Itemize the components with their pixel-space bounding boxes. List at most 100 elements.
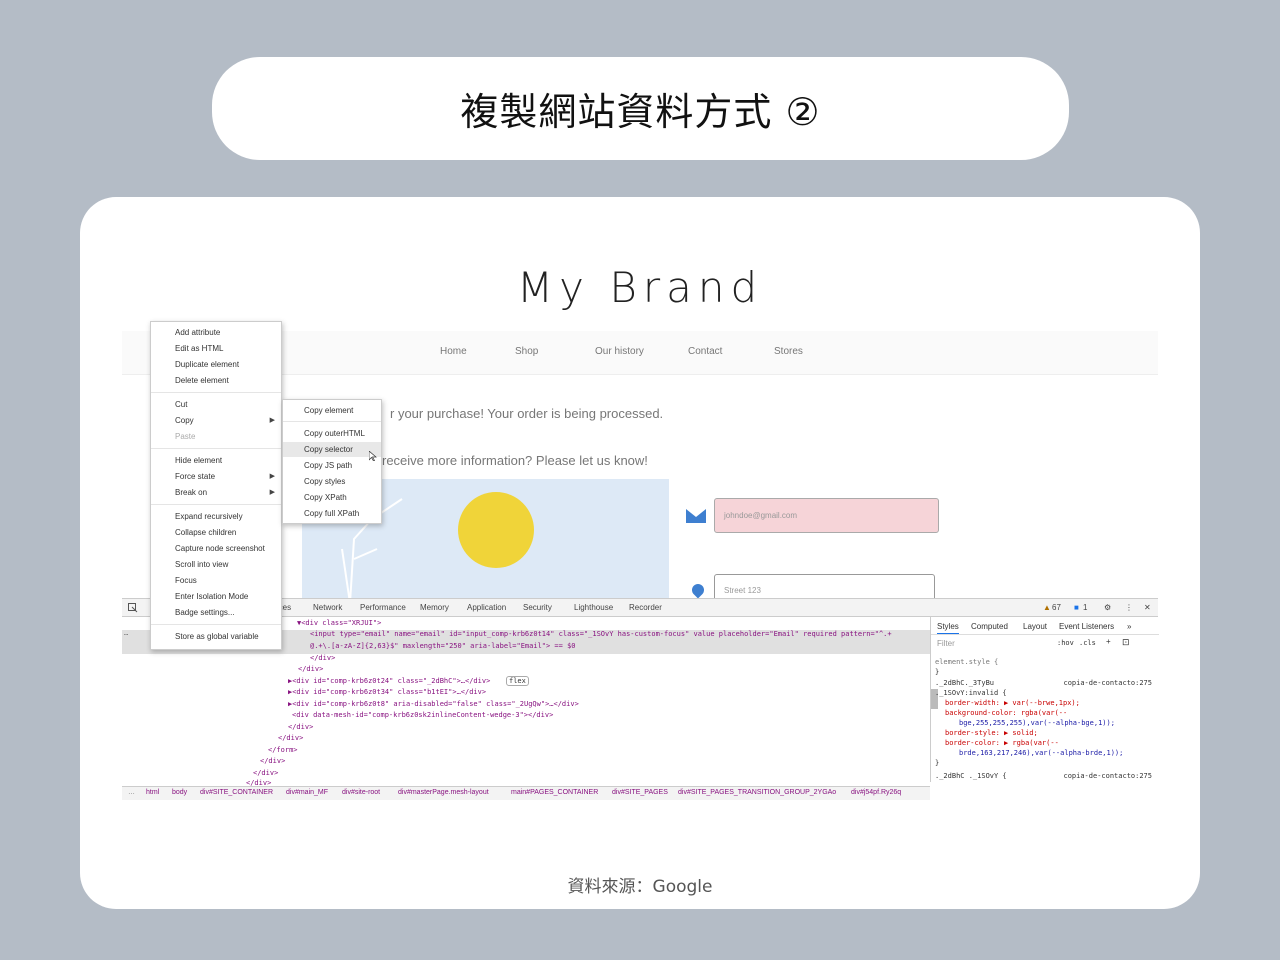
add-rule-icon[interactable]: + xyxy=(1106,637,1111,646)
tab-application[interactable]: Application xyxy=(467,603,506,612)
breadcrumb-item[interactable]: html xyxy=(146,789,159,796)
menu-divider xyxy=(151,392,281,393)
style-source-link[interactable]: copia-de-contacto:275 xyxy=(1063,772,1152,780)
breadcrumb-item[interactable]: div#site-root xyxy=(342,789,380,796)
submenu-copy-xpath[interactable]: Copy XPath xyxy=(283,490,381,505)
style-source-link[interactable]: copia-de-contacto:275 xyxy=(1063,679,1152,687)
toggle-sidebar-icon[interactable]: ⊡ xyxy=(1122,637,1130,648)
tab-computed[interactable]: Computed xyxy=(971,622,1008,631)
more-tabs-icon[interactable]: » xyxy=(1127,622,1131,631)
style-line: bge,255,255,255),var(--alpha-bge,1)); xyxy=(959,719,1115,727)
flex-badge[interactable]: flex xyxy=(506,676,529,686)
code-line[interactable]: </div> xyxy=(298,665,323,673)
mail-icon xyxy=(686,509,706,523)
menu-scroll-into-view[interactable]: Scroll into view xyxy=(175,560,228,569)
breadcrumb-item[interactable]: div#SITE_PAGES_TRANSITION_GROUP_2YGAo xyxy=(678,789,836,796)
code-line[interactable]: ▶<div id="comp-krb6z0t8" aria-disabled="… xyxy=(288,700,579,708)
menu-focus[interactable]: Focus xyxy=(175,576,197,585)
more-options-icon[interactable]: ⋮ xyxy=(1125,603,1133,612)
menu-delete-element[interactable]: Delete element xyxy=(175,376,229,385)
menu-cut[interactable]: Cut xyxy=(175,400,187,409)
style-line: element.style { xyxy=(935,658,999,666)
code-line[interactable]: ▶<div id="comp-krb6z0t34" class="b1tEI">… xyxy=(288,688,486,696)
nav-home[interactable]: Home xyxy=(440,346,467,357)
nav-stores[interactable]: Stores xyxy=(774,346,803,357)
warning-icon[interactable]: ▲ xyxy=(1043,603,1051,612)
message-count: 1 xyxy=(1083,603,1088,612)
cls-toggle[interactable]: .cls xyxy=(1079,639,1096,647)
tab-lighthouse[interactable]: Lighthouse xyxy=(574,603,613,612)
close-icon[interactable]: ✕ xyxy=(1144,603,1151,612)
context-menu: Add attribute Edit as HTML Duplicate ele… xyxy=(150,321,282,650)
breadcrumb-item[interactable]: main#PAGES_CONTAINER xyxy=(511,789,598,796)
menu-collapse-children[interactable]: Collapse children xyxy=(175,528,236,537)
menu-force-state[interactable]: Force state xyxy=(175,472,215,481)
tab-memory[interactable]: Memory xyxy=(420,603,449,612)
breadcrumb-item[interactable]: div#main_MF xyxy=(286,789,328,796)
slide-title: 複製網站資料方式 ② xyxy=(212,57,1069,160)
code-line[interactable]: </div> xyxy=(260,757,285,765)
submenu-copy-outerhtml[interactable]: Copy outerHTML xyxy=(283,426,381,441)
code-line[interactable]: </div> xyxy=(288,723,313,731)
hov-toggle[interactable]: :hov xyxy=(1057,639,1074,647)
menu-badge-settings[interactable]: Badge settings... xyxy=(175,608,235,617)
code-line[interactable]: </div> xyxy=(310,654,335,662)
style-line: } xyxy=(935,759,940,767)
style-line[interactable]: border-width: ▶ var(--brwe,1px); xyxy=(945,699,1080,707)
ellipsis-icon: … xyxy=(124,629,129,637)
email-field[interactable]: johndoe@gmail.com xyxy=(714,498,939,533)
breadcrumb-item[interactable]: div#SITE_CONTAINER xyxy=(200,789,273,796)
style-line[interactable]: background-color: rgba(var(-- xyxy=(945,709,1067,717)
breadcrumb-item[interactable]: body xyxy=(172,789,187,796)
menu-duplicate-element[interactable]: Duplicate element xyxy=(175,360,239,369)
tab-security[interactable]: Security xyxy=(523,603,552,612)
menu-expand-recursively[interactable]: Expand recursively xyxy=(175,512,243,521)
style-line[interactable]: border-style: ▶ solid; xyxy=(945,729,1038,737)
menu-divider xyxy=(151,504,281,505)
style-line: } xyxy=(935,668,940,676)
breadcrumb-item[interactable]: div#j54pf.Ry26q xyxy=(851,789,901,796)
tab-layout[interactable]: Layout xyxy=(1023,622,1047,631)
code-line[interactable]: </div> xyxy=(253,769,278,777)
browser-screenshot: My Brand Home Shop Our history Contact S… xyxy=(122,259,1159,803)
message-icon[interactable]: ■ xyxy=(1074,603,1079,612)
submenu-copy-styles[interactable]: Copy styles xyxy=(283,474,381,489)
tab-network[interactable]: Network xyxy=(313,603,342,612)
mouse-cursor-icon xyxy=(369,451,377,461)
code-line[interactable]: </div> xyxy=(278,734,303,742)
style-line: ._2dBhC._3TyBu xyxy=(935,679,995,687)
menu-add-attribute[interactable]: Add attribute xyxy=(175,328,220,337)
submenu-copy-element[interactable]: Copy element xyxy=(283,403,381,418)
tab-event-listeners[interactable]: Event Listeners xyxy=(1059,622,1114,631)
menu-capture-node-screenshot[interactable]: Capture node screenshot xyxy=(175,544,265,553)
code-line-selected-cont[interactable]: @.+\.[a-zA-Z]{2,63}$" maxlength="250" ar… xyxy=(310,642,576,650)
tab-performance[interactable]: Performance xyxy=(360,603,406,612)
styles-pane: Styles Computed Layout Event Listeners »… xyxy=(930,617,1159,782)
submenu-copy-js-path[interactable]: Copy JS path xyxy=(283,458,381,473)
tab-recorder[interactable]: Recorder xyxy=(629,603,662,612)
breadcrumb-item[interactable]: div#SITE_PAGES xyxy=(612,789,668,796)
style-line[interactable]: border-color: ▶ rgba(var(-- xyxy=(945,739,1059,747)
code-line-selected[interactable]: <input type="email" name="email" id="inp… xyxy=(310,630,892,638)
nav-our-history[interactable]: Our history xyxy=(595,346,644,357)
menu-store-as-global-variable[interactable]: Store as global variable xyxy=(175,632,259,641)
nav-shop[interactable]: Shop xyxy=(515,346,538,357)
nav-contact[interactable]: Contact xyxy=(688,346,722,357)
submenu-copy-selector[interactable]: Copy selector xyxy=(283,442,381,457)
inspect-icon[interactable] xyxy=(128,603,138,613)
code-line[interactable]: </form> xyxy=(268,746,298,754)
code-line[interactable]: ▶<div id="comp-krb6z0t24" class="_2dBhC"… xyxy=(288,677,490,685)
filter-input[interactable]: Filter xyxy=(937,639,955,648)
breadcrumb-item[interactable]: div#masterPage.mesh-layout xyxy=(398,789,489,796)
code-line[interactable]: <div data-mesh-id="comp-krb6z0sk2inlineC… xyxy=(292,711,553,719)
submenu-copy-full-xpath[interactable]: Copy full XPath xyxy=(283,506,381,521)
menu-copy[interactable]: Copy xyxy=(175,416,194,425)
menu-edit-as-html[interactable]: Edit as HTML xyxy=(175,344,223,353)
settings-gear-icon[interactable]: ⚙ xyxy=(1104,603,1111,612)
site-brand: My Brand xyxy=(516,263,764,312)
menu-enter-isolation-mode[interactable]: Enter Isolation Mode xyxy=(175,592,248,601)
code-line[interactable]: ▼<div class="XRJUI"> xyxy=(297,619,381,627)
menu-break-on[interactable]: Break on xyxy=(175,488,207,497)
breadcrumb-ellipsis: … xyxy=(128,789,135,796)
menu-hide-element[interactable]: Hide element xyxy=(175,456,222,465)
